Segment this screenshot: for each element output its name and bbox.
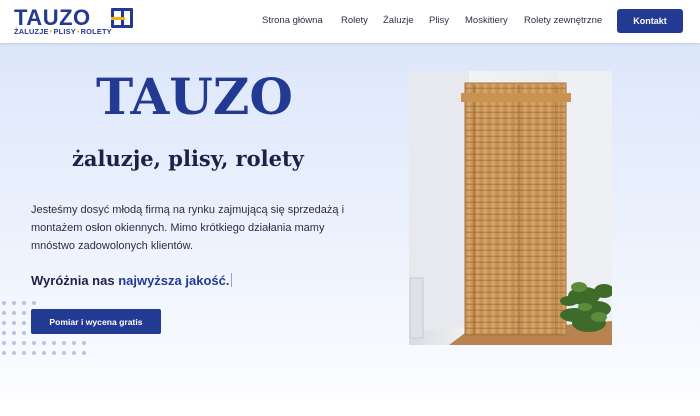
site-header: TAUZO ŻALUZJE•PLISY•ROLETY Strona główna…	[0, 0, 700, 43]
logo-tagline-item: PLISY	[53, 27, 76, 36]
logo-tagline-item: ŻALUZJE	[14, 27, 49, 36]
nav-item-moskitiery[interactable]: Moskitiery	[465, 15, 508, 26]
window-icon	[111, 8, 133, 28]
nav-item-rolety[interactable]: Rolety	[341, 15, 368, 26]
hero-section: TAUZO żaluzje, plisy, rolety Jesteśmy do…	[0, 43, 700, 416]
highlight-accent: najwyższa jakość.	[118, 273, 230, 288]
nav-item-home[interactable]: Strona główna	[262, 15, 323, 26]
logo-tagline-item: ROLETY	[80, 27, 112, 36]
free-quote-button[interactable]: Pomiar i wycena gratis	[31, 309, 161, 334]
hero-photo	[409, 71, 612, 345]
hero-subtitle: żaluzje, plisy, rolety	[72, 146, 304, 171]
nav-item-rolety-zewnetrzne[interactable]: Rolety zewnętrzne	[524, 15, 602, 26]
hero-title: TAUZO	[96, 67, 293, 126]
logo[interactable]: TAUZO ŻALUZJE•PLISY•ROLETY	[14, 5, 140, 37]
logo-tagline: ŻALUZJE•PLISY•ROLETY	[14, 27, 112, 36]
highlight-prefix: Wyróżnia nas	[31, 273, 119, 288]
nav-item-plisy[interactable]: Plisy	[429, 15, 449, 26]
contact-button[interactable]: Kontakt	[617, 9, 683, 33]
hero-highlight: Wyróżnia nas najwyższa jakość.	[31, 273, 233, 288]
hero-description: Jesteśmy dosyć młodą firmą na rynku zajm…	[31, 204, 345, 252]
nav-item-zaluzje[interactable]: Żaluzje	[383, 15, 414, 26]
text-caret	[231, 273, 233, 287]
